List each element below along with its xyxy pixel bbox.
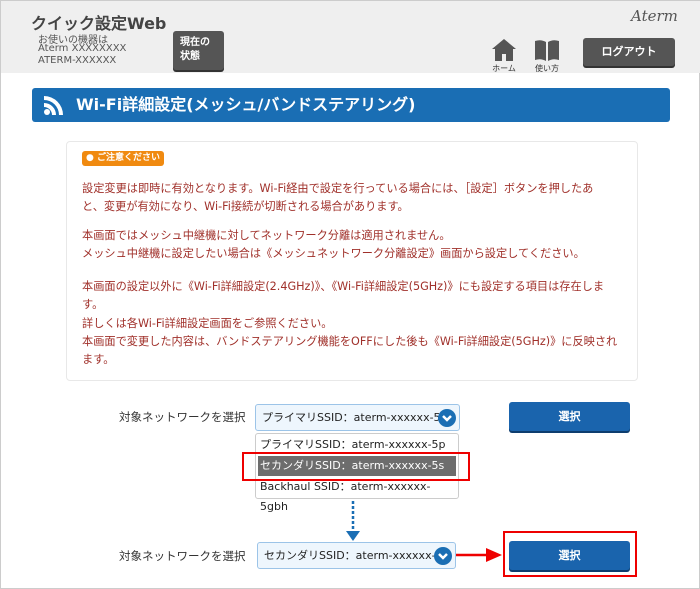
status-button-line2: 状態 <box>180 50 217 64</box>
logout-button[interactable]: ログアウト <box>583 38 675 66</box>
network-select-label: 対象ネットワークを選択 <box>119 409 246 425</box>
chevron-down-icon <box>438 409 456 427</box>
aterm-logo: Aterm <box>631 7 678 25</box>
notice-line: 本画面の設定以外に《Wi-Fi詳細設定(2.4GHz)》、《Wi-Fi詳細設定(… <box>82 278 604 294</box>
arrow-right-icon <box>456 546 504 564</box>
device-model: Aterm XXXXXXXX <box>38 43 126 54</box>
network-select[interactable]: プライマリSSID：aterm-xxxxxx-5p <box>255 404 460 431</box>
help-button[interactable]: 使い方 <box>532 39 562 74</box>
select-button[interactable]: 選択 <box>509 402 630 431</box>
chevron-down-icon <box>434 547 452 565</box>
home-button[interactable]: ホーム <box>489 39 519 74</box>
network-select-value: セカンダリSSID：aterm-xxxxxx-5s <box>264 549 448 562</box>
status-button-line1: 現在の <box>180 36 217 50</box>
page-title: Wi-Fi詳細設定(メッシュ/バンドステアリング) <box>32 88 670 122</box>
home-icon <box>492 39 516 61</box>
notice-box: ● ご注意ください 設定変更は即時に有効となります。Wi-Fi経由で設定を行って… <box>66 141 638 381</box>
highlight-box <box>242 452 470 481</box>
network-select-label: 対象ネットワークを選択 <box>119 548 246 564</box>
device-name: ATERM-XXXXXX <box>38 55 116 66</box>
notice-line: 本画面ではメッシュ中継機に対してネットワーク分離は適用されません。 <box>82 227 451 243</box>
network-select-updated[interactable]: セカンダリSSID：aterm-xxxxxx-5s <box>257 542 456 569</box>
notice-line: と、変更が有効になり、Wi-Fi接続が切断される場合があります。 <box>82 198 409 214</box>
arrow-down-icon <box>345 501 361 543</box>
network-select-value: プライマリSSID：aterm-xxxxxx-5p <box>262 411 448 424</box>
notice-line: 設定変更は即時に有効となります。Wi-Fi経由で設定を行っている場合には、［設定… <box>82 180 593 196</box>
page-title-text: Wi-Fi詳細設定(メッシュ/バンドステアリング) <box>76 95 415 114</box>
notice-line: 本画面で変更した内容は、バンドステアリング機能をOFFにした後も《Wi-Fi詳細… <box>82 333 617 349</box>
caution-label: ご注意ください <box>97 153 160 163</box>
highlight-box <box>503 531 637 577</box>
help-label: 使い方 <box>532 63 562 74</box>
book-icon <box>534 39 560 61</box>
notice-line: す。 <box>82 296 103 312</box>
caution-badge: ● ご注意ください <box>82 151 164 166</box>
wifi-icon <box>44 95 64 115</box>
notice-line: 詳しくは各Wi-Fi詳細設定画面をご参照ください。 <box>82 315 332 331</box>
current-status-button[interactable]: 現在の状態 <box>173 31 224 70</box>
notice-line: メッシュ中継機に設定したい場合は《メッシュネットワーク分離設定》画面から設定して… <box>82 245 585 261</box>
notice-line: ます。 <box>82 351 114 367</box>
exclamation-icon: ● <box>86 153 94 163</box>
home-label: ホーム <box>489 63 519 74</box>
